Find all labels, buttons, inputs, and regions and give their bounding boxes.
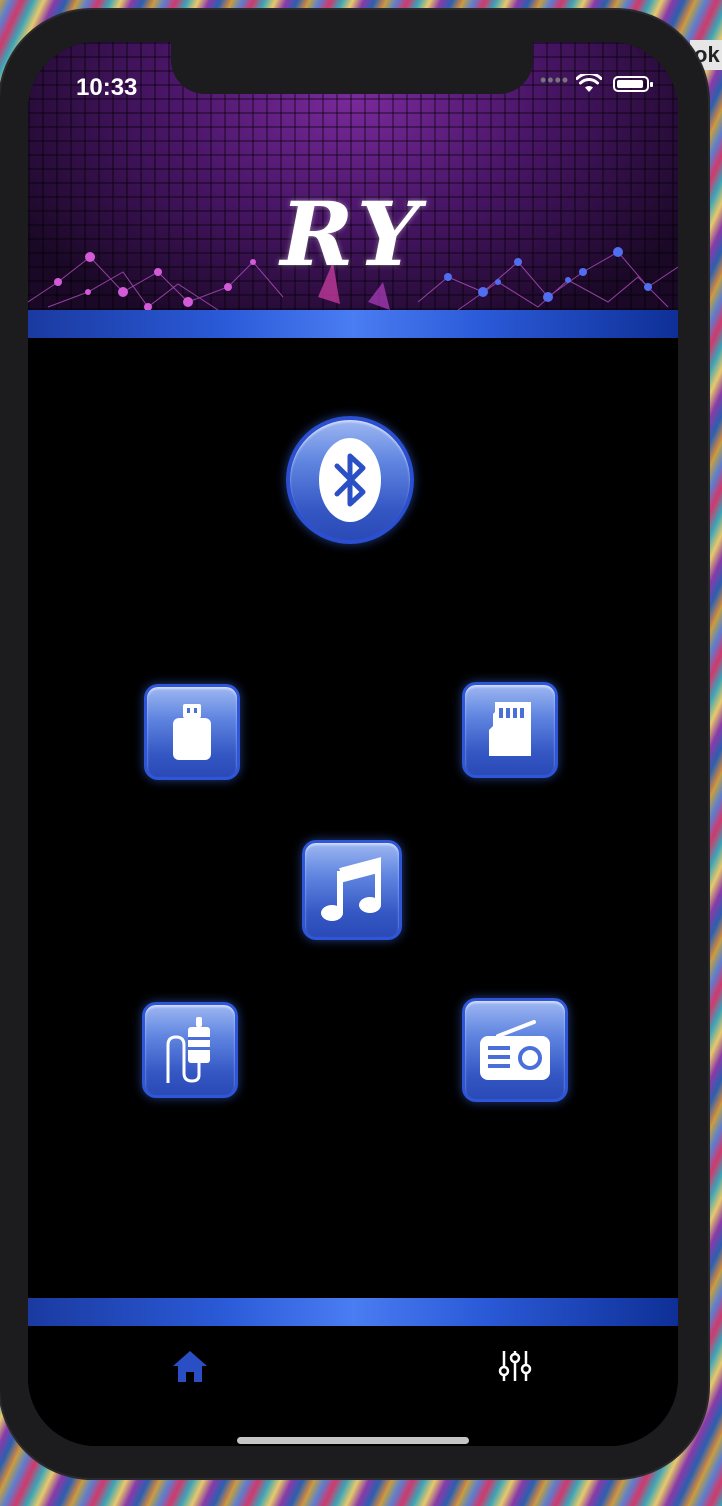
status-time: 10:33 bbox=[76, 74, 138, 101]
wifi-icon bbox=[576, 74, 602, 92]
tab-equalizer[interactable] bbox=[491, 1342, 539, 1390]
aux-cable-icon bbox=[166, 1017, 210, 1083]
phone-frame: RY 10:33 •••• bbox=[0, 10, 708, 1478]
bluetooth-icon bbox=[319, 438, 381, 522]
home-icon bbox=[173, 1351, 207, 1382]
app-screen: RY 10:33 •••• bbox=[28, 42, 678, 1446]
bluetooth-button[interactable] bbox=[286, 416, 414, 544]
battery-icon bbox=[613, 76, 653, 92]
top-divider-bar bbox=[28, 310, 678, 338]
status-bar: 10:33 •••• bbox=[28, 68, 678, 108]
sliders-icon bbox=[498, 1351, 532, 1381]
home-indicator bbox=[237, 1437, 469, 1444]
signal-icon: •••• bbox=[540, 70, 570, 90]
music-button[interactable] bbox=[302, 840, 402, 940]
usb-drive-icon bbox=[173, 704, 211, 760]
app-logo: RY bbox=[280, 182, 426, 286]
sd-card-button[interactable] bbox=[462, 682, 558, 778]
tab-bar bbox=[28, 1326, 678, 1446]
usb-button[interactable] bbox=[144, 684, 240, 780]
radio-icon bbox=[480, 1020, 550, 1080]
sd-card-icon bbox=[489, 702, 531, 756]
aux-button[interactable] bbox=[142, 1002, 238, 1098]
music-note-icon bbox=[321, 857, 381, 921]
radio-button[interactable] bbox=[462, 998, 568, 1102]
bottom-divider-bar bbox=[28, 1298, 678, 1326]
tab-home[interactable] bbox=[166, 1342, 214, 1390]
